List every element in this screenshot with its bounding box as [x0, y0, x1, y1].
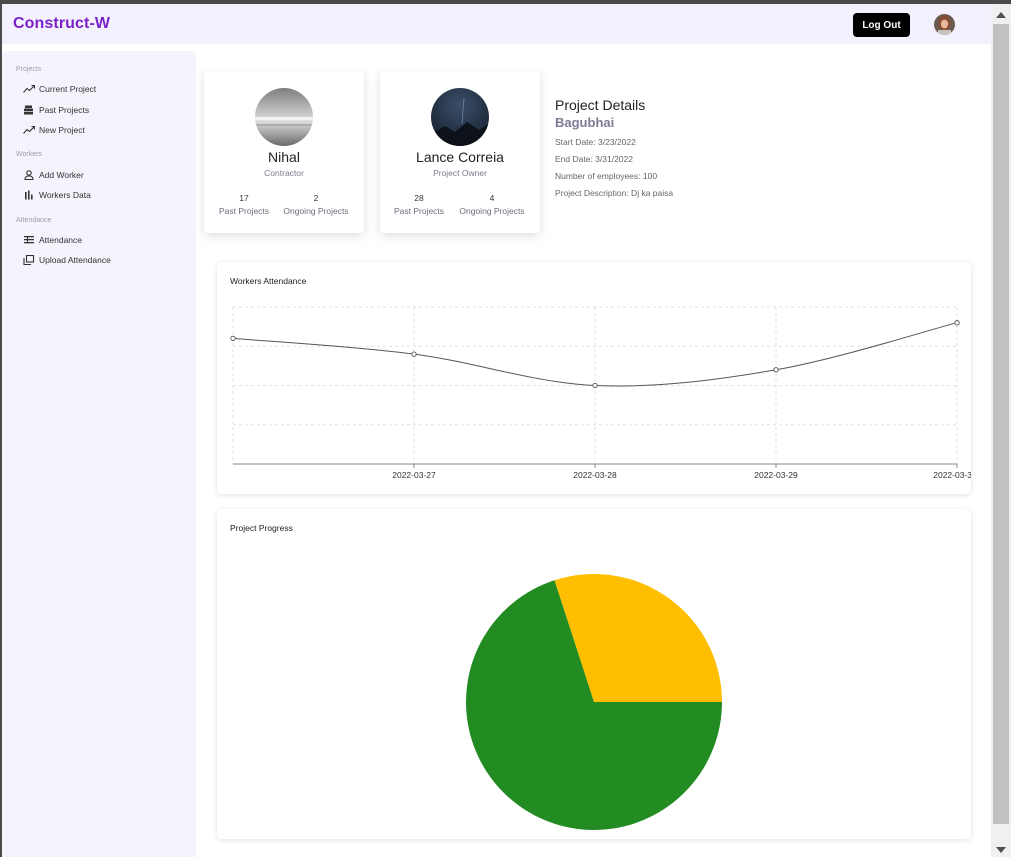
- ongoing-projects-label: Ongoing Projects: [459, 206, 525, 216]
- ongoing-projects-count: 4: [489, 193, 495, 203]
- data-point[interactable]: [954, 320, 960, 326]
- sidebar-item-workers-data[interactable]: Workers Data: [23, 188, 91, 202]
- sidebar-item-current-project[interactable]: Current Project: [23, 82, 96, 96]
- profile-photo: [431, 88, 489, 146]
- progress-chart-panel: Project Progress: [217, 509, 971, 839]
- sidebar-item-attendance[interactable]: Attendance: [23, 233, 82, 247]
- top-navbar: Construct-W Log Out: [2, 4, 991, 44]
- scroll-up-arrow-icon[interactable]: [996, 12, 1006, 18]
- past-projects-stat: 28 Past Projects: [393, 193, 445, 216]
- copy-icon: [23, 255, 35, 265]
- sidebar-section-workers: Workers: [16, 151, 42, 158]
- past-projects-count: 17: [239, 193, 249, 203]
- person-icon: [23, 170, 35, 180]
- x-tick-label: 2022-03-28: [573, 470, 617, 480]
- profile-role: Contractor: [264, 168, 304, 178]
- list-icon: [23, 235, 35, 245]
- page-scrollbar[interactable]: [991, 4, 1011, 857]
- sidebar-section-attendance: Attendance: [16, 217, 52, 224]
- trending-up-icon: [23, 125, 35, 135]
- profile-name: Nihal: [268, 149, 300, 165]
- past-projects-label: Past Projects: [218, 206, 270, 216]
- sidebar-item-new-project[interactable]: New Project: [23, 123, 85, 137]
- ongoing-projects-stat: 4 Ongoing Projects: [457, 193, 527, 216]
- profile-name: Lance Correia: [416, 149, 504, 165]
- project-description: Project Description: Dj ka paisa: [555, 188, 674, 198]
- sidebar-item-label: Current Project: [39, 84, 97, 94]
- sidebar-item-add-worker[interactable]: Add Worker: [23, 168, 84, 182]
- sidebar-item-label: Add Worker: [39, 170, 84, 180]
- past-projects-count: 28: [414, 193, 424, 203]
- project-end-date: End Date: 3/31/2022: [555, 154, 633, 164]
- sidebar-item-label: Past Projects: [39, 105, 90, 115]
- trending-up-icon: [23, 84, 35, 94]
- user-avatar[interactable]: [934, 14, 955, 35]
- sidebar-item-upload-attendance[interactable]: Upload Attendance: [23, 253, 111, 267]
- x-tick-label: 2022-03-29: [754, 470, 798, 480]
- bar-chart-icon: [23, 190, 35, 200]
- ongoing-projects-stat: 2 Ongoing Projects: [281, 193, 351, 216]
- project-start-date: Start Date: 3/23/2022: [555, 137, 636, 147]
- data-point[interactable]: [411, 351, 417, 357]
- sidebar-item-label: Attendance: [39, 235, 83, 245]
- profile-role: Project Owner: [433, 168, 487, 178]
- scroll-down-arrow-icon[interactable]: [996, 847, 1006, 853]
- x-tick-label: 2022-03-27: [392, 470, 436, 480]
- scroll-thumb[interactable]: [993, 24, 1009, 824]
- data-point[interactable]: [230, 335, 236, 342]
- data-point[interactable]: [773, 367, 779, 373]
- ongoing-projects-label: Ongoing Projects: [283, 206, 349, 216]
- project-details-title: Project Details: [555, 97, 646, 113]
- logout-button[interactable]: Log Out: [853, 13, 910, 37]
- attendance-chart-panel: Workers Attendance 2022-03-27 2022-03-28 2…: [217, 262, 971, 494]
- project-details: Project Details Bagubhai Start Date: 3/2…: [555, 97, 673, 198]
- x-tick-label: 2022-03-30: [933, 470, 971, 480]
- sidebar-item-label: Upload Attendance: [39, 255, 111, 265]
- ongoing-projects-count: 2: [313, 193, 319, 203]
- sidebar-item-label: New Project: [39, 125, 85, 135]
- sidebar: Projects Current Project Past Projects N…: [2, 51, 196, 857]
- project-name: Bagubhai: [555, 115, 615, 130]
- profile-card-owner: Lance Correia Project Owner 28 Past Proj…: [380, 71, 540, 233]
- sidebar-item-past-projects[interactable]: Past Projects: [23, 103, 89, 117]
- brand-logo[interactable]: Construct-W: [13, 15, 110, 33]
- app-window: Construct-W Log Out Projects Current Pro…: [2, 4, 991, 857]
- stack-icon: [23, 105, 35, 115]
- sidebar-item-label: Workers Data: [39, 190, 91, 200]
- past-projects-stat: 17 Past Projects: [218, 193, 270, 216]
- sidebar-section-projects: Projects: [16, 66, 42, 73]
- data-point[interactable]: [592, 382, 598, 389]
- profile-photo: [255, 88, 313, 146]
- project-employees: Number of employees: 100: [555, 171, 658, 181]
- past-projects-label: Past Projects: [393, 206, 445, 216]
- profile-card-contractor: Nihal Contractor 17 Past Projects 2 Ongo…: [204, 71, 364, 233]
- progress-pie-chart: [466, 574, 722, 830]
- attendance-line-chart: 2022-03-27 2022-03-28 2022-03-29 2022-03-30: [230, 306, 971, 480]
